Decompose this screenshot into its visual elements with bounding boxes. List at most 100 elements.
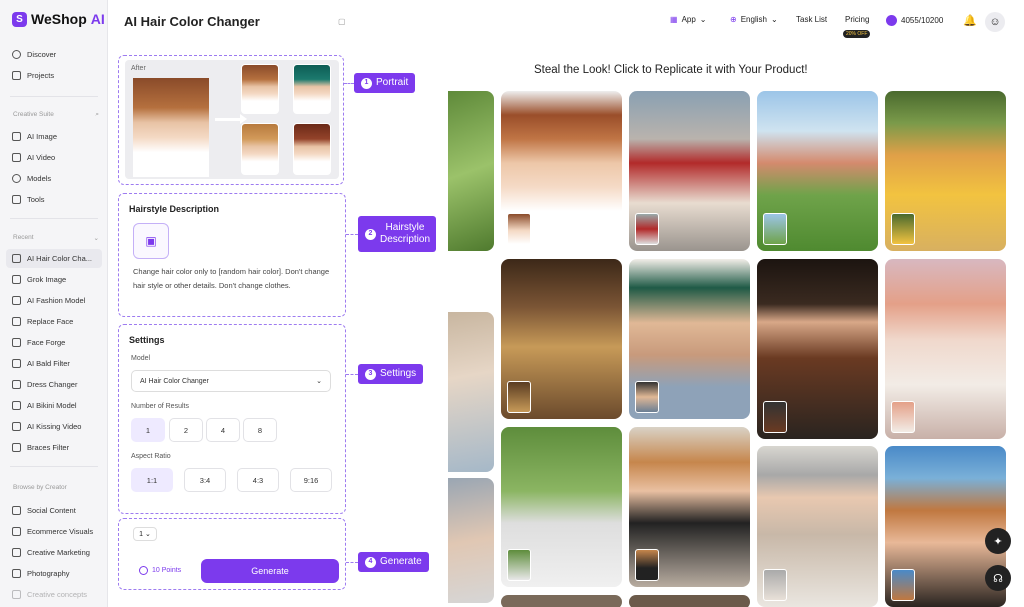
lightbulb-icon[interactable]: ✦ [985,528,1011,554]
headset-icon[interactable]: ☊ [985,565,1011,591]
gallery-card[interactable] [629,427,750,587]
chevron-down-icon: ⌄ [316,378,322,385]
source-thumbnail [635,213,659,245]
results-option-2[interactable]: 2 [169,418,203,442]
sidebar-item-label: Tools [27,195,45,204]
callout-label: Hairstyle Description [380,222,431,245]
results-option-4[interactable]: 4 [206,418,240,442]
results-option-1[interactable]: 1 [131,418,165,442]
sidebar-item-dress-changer[interactable]: Dress Changer [6,375,102,394]
gallery-card[interactable] [629,259,750,419]
hairstyle-description-text[interactable]: Change hair color only to [random hair c… [133,265,333,293]
sidebar-item-social-content[interactable]: Social Content [6,501,102,520]
sidebar-item-braces-filter[interactable]: Braces Filter [6,438,102,457]
gallery-card[interactable] [757,91,878,251]
chevron-down-icon[interactable]: ⌄ [94,234,99,242]
result-thumbnail[interactable] [241,64,279,114]
sidebar-item-ai-image[interactable]: AI Image [6,127,102,146]
fashion-icon [12,296,21,305]
sidebar-item-ai-kissing-video[interactable]: AI Kissing Video [6,417,102,436]
megaphone-icon [12,548,21,557]
page-title: AI Hair Color Changer [124,14,260,29]
results-option-8[interactable]: 8 [243,418,277,442]
points-cost-label: 10 Points [152,567,182,574]
sidebar-item-ai-bikini-model[interactable]: AI Bikini Model [6,396,102,415]
result-thumbnail[interactable] [293,123,331,175]
gallery-card[interactable] [629,595,750,607]
image-upload-icon[interactable]: ▣ [133,223,169,259]
result-count-select[interactable]: 1 ⌄ [133,527,157,541]
sidebar-item-replace-face[interactable]: Replace Face [6,312,102,331]
sidebar-item-grok-image[interactable]: Grok Image [6,270,102,289]
bell-icon[interactable]: 🔔 [963,14,977,27]
gallery-card[interactable] [448,312,494,472]
callout-hairstyle: 2 Hairstyle Description [358,216,436,252]
gallery-card[interactable] [757,446,878,607]
aspect-option-4-3[interactable]: 4:3 [237,468,279,492]
result-thumbnail[interactable] [293,64,331,114]
sidebar-item-ai-fashion-model[interactable]: AI Fashion Model [6,291,102,310]
gallery-card[interactable] [629,91,750,251]
language-selector[interactable]: ⊕ English ⌄ [730,15,778,24]
image-icon [12,132,21,141]
sidebar-item-label: Projects [27,71,55,80]
points-counter[interactable]: 4055/10200 [886,15,943,26]
app-menu[interactable]: ▦ App ⌄ [670,15,707,24]
model-label: Model [131,355,151,362]
result-thumbnail[interactable] [241,123,279,175]
callout-number: 4 [365,556,376,568]
points-icon [139,566,148,575]
gallery-card[interactable] [501,259,622,419]
gallery-card[interactable] [501,427,622,587]
generate-button[interactable]: Generate [201,559,339,583]
gallery-card[interactable] [448,91,494,251]
sidebar-item-discover[interactable]: Discover [6,45,102,64]
bookmark-icon[interactable]: ▢ [338,17,346,26]
aspect-option-3-4[interactable]: 3:4 [184,468,226,492]
aspect-label: Aspect Ratio [131,453,171,460]
pricing-link[interactable]: Pricing [845,15,869,24]
sparkle-icon [12,359,21,368]
sidebar-item-label: Creative Marketing [27,548,90,557]
connector-line [344,83,354,84]
section-heading-label: Creative Suite [13,111,54,118]
sidebar-item-label: Grok Image [27,275,67,284]
section-heading-label: Browse by Creator [13,484,67,491]
gallery-card[interactable] [501,595,622,607]
model-select[interactable]: AI Hair Color Changer ⌄ [131,370,331,392]
sidebar-item-face-forge[interactable]: Face Forge [6,333,102,352]
points-cost: 10 Points [139,566,181,575]
section-heading-browse: Browse by Creator [13,484,99,491]
sparkle-icon [12,380,21,389]
avatar[interactable]: ☺ [985,12,1005,32]
section-heading-creative-suite: Creative Suite ⌕ [13,111,99,119]
sidebar-item-creative-marketing[interactable]: Creative Marketing [6,543,102,562]
sidebar-item-ecommerce-visuals[interactable]: Ecommerce Visuals [6,522,102,541]
gallery-card[interactable] [757,259,878,439]
chevron-down-icon: ⌄ [770,15,778,24]
points-value: 4055/10200 [901,16,944,25]
aspect-option-9-16[interactable]: 9:16 [290,468,332,492]
aspect-option-1-1[interactable]: 1:1 [131,468,173,492]
connector-line [346,562,358,563]
arrow-right-icon [215,114,247,124]
gallery-card[interactable] [885,91,1006,251]
sidebar-item-ai-hair-color-changer[interactable]: AI Hair Color Cha... [6,249,102,268]
search-icon[interactable]: ⌕ [95,111,99,119]
sidebar-item-creative-concepts[interactable]: Creative concepts [6,585,102,604]
portrait-preview[interactable]: After [125,60,339,179]
gallery-card[interactable] [885,259,1006,439]
sidebar: S WeShop AI Discover Projects Creative S… [0,0,108,607]
sidebar-item-models[interactable]: Models [6,169,102,188]
sidebar-item-ai-bald-filter[interactable]: AI Bald Filter [6,354,102,373]
gallery-card[interactable] [501,91,622,251]
task-list-link[interactable]: Task List [796,15,827,24]
sidebar-item-projects[interactable]: Projects [6,66,102,85]
sidebar-item-tools[interactable]: Tools [6,190,102,209]
sidebar-item-photography[interactable]: Photography [6,564,102,583]
logo[interactable]: S WeShop AI [12,11,105,27]
gallery-card[interactable] [448,478,494,603]
lightbulb-icon [12,590,21,599]
sidebar-item-ai-video[interactable]: AI Video [6,148,102,167]
divider [10,218,98,219]
